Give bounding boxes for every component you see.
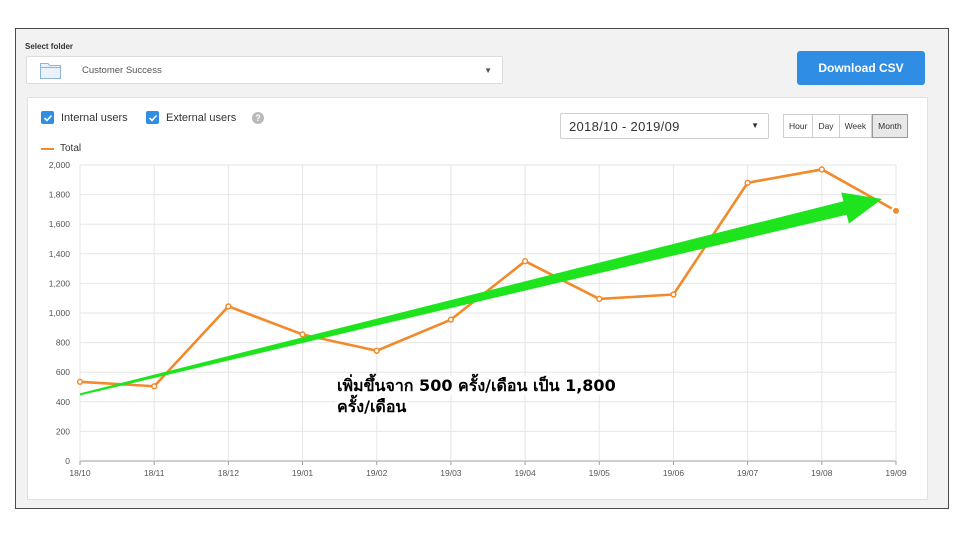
- x-tick-label: 18/10: [69, 468, 91, 478]
- data-point: [299, 331, 306, 338]
- data-point: [76, 378, 84, 385]
- trend-arrow: [79, 192, 883, 396]
- x-tick-label: 19/03: [440, 468, 462, 478]
- line-chart: 0 200 400 600 800 1,000 1,200 1,400 1,600 1,800 2,…: [49, 160, 907, 478]
- y-tick-label: 800: [56, 338, 70, 348]
- annotation-line-2: ครั้ง/เดือน: [335, 397, 409, 416]
- y-tick-label: 1,600: [49, 219, 71, 229]
- y-tick-label: 1,200: [49, 278, 71, 288]
- y-tick-label: 0: [65, 456, 70, 466]
- data-point: [744, 179, 751, 186]
- x-tick-label: 19/04: [514, 468, 536, 478]
- x-tick-label: 18/11: [144, 468, 165, 478]
- annotation-text: เพิ่มขึ้นจาก 500 ครั้ง/เดือน เป็น 1,800 …: [335, 375, 665, 417]
- data-point: [521, 258, 529, 265]
- data-point: [225, 303, 232, 310]
- series-line-total: [79, 168, 897, 388]
- x-tick-label: 19/02: [366, 468, 388, 478]
- y-tick-label: 1,400: [49, 249, 71, 259]
- x-tick-label: 19/05: [589, 468, 611, 478]
- data-point: [373, 347, 380, 354]
- x-tick-label: 19/01: [292, 468, 314, 478]
- x-tick-label: 19/08: [811, 468, 833, 478]
- y-tick-label: 400: [56, 397, 70, 407]
- y-tick-label: 1,800: [49, 190, 71, 200]
- y-tick-label: 600: [56, 367, 70, 377]
- x-tick-label: 18/12: [218, 468, 240, 478]
- y-tick-label: 2,000: [49, 160, 71, 170]
- y-tick-label: 1,000: [49, 308, 71, 318]
- data-point: [447, 316, 455, 323]
- x-tick-label: 19/07: [737, 468, 759, 478]
- x-tick-label: 19/06: [663, 468, 685, 478]
- data-point: [596, 295, 603, 303]
- x-tick-label: 19/09: [885, 468, 907, 478]
- data-point: [818, 166, 825, 173]
- y-tick-label: 200: [56, 426, 70, 436]
- data-point: [670, 291, 677, 298]
- annotation-line-1: เพิ่มขึ้นจาก 500 ครั้ง/เดือน เป็น 1,800: [335, 376, 618, 395]
- data-point: [151, 383, 158, 390]
- data-point: [891, 205, 901, 216]
